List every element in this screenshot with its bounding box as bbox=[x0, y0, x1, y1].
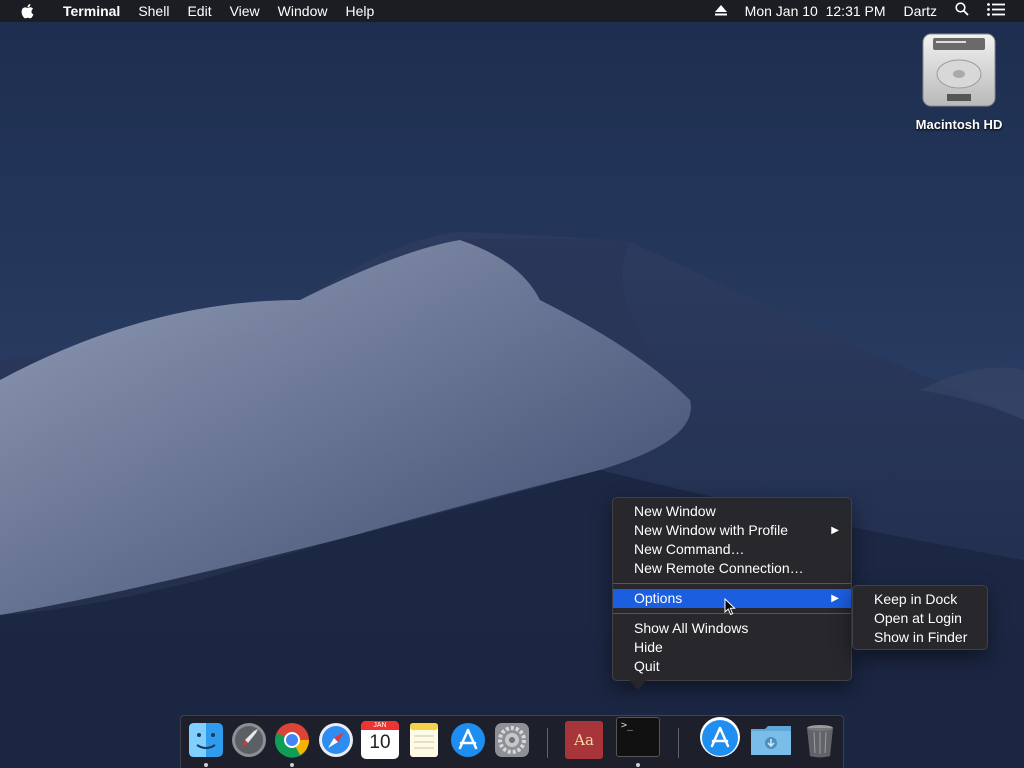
mouse-cursor-icon bbox=[724, 598, 736, 616]
menu-item-hide[interactable]: Hide bbox=[613, 638, 851, 657]
terminal-dock-context-menu: New Window New Window with Profile ▶ New … bbox=[612, 497, 852, 681]
system-preferences-icon[interactable] bbox=[493, 721, 531, 759]
chrome-running-indicator bbox=[290, 763, 294, 767]
downloads-folder-icon[interactable] bbox=[749, 721, 793, 759]
menu-item-show-all-windows[interactable]: Show All Windows bbox=[613, 619, 851, 638]
options-submenu: Keep in Dock Open at Login Show in Finde… bbox=[852, 585, 988, 650]
eject-icon[interactable] bbox=[706, 0, 736, 22]
submenu-arrow-icon: ▶ bbox=[831, 525, 839, 536]
menu-bar: Terminal Shell Edit View Window Help Mon… bbox=[0, 0, 1024, 22]
terminal-icon[interactable]: >_ bbox=[616, 717, 660, 757]
submenu-item-open-at-login[interactable]: Open at Login bbox=[853, 609, 987, 628]
menu-item-new-command[interactable]: New Command… bbox=[613, 540, 851, 559]
dock-separator bbox=[678, 728, 679, 758]
menu-window[interactable]: Window bbox=[269, 0, 337, 22]
submenu-item-show-in-finder[interactable]: Show in Finder bbox=[853, 628, 987, 647]
submenu-arrow-icon: ▶ bbox=[831, 593, 839, 604]
apple-menu-icon[interactable] bbox=[0, 3, 54, 19]
menu-help[interactable]: Help bbox=[336, 0, 383, 22]
dictionary-glyph: Aa bbox=[574, 731, 594, 749]
menu-item-new-window-with-profile[interactable]: New Window with Profile ▶ bbox=[613, 521, 851, 540]
app-store-icon[interactable] bbox=[449, 721, 487, 759]
menu-item-new-remote-connection[interactable]: New Remote Connection… bbox=[613, 559, 851, 578]
context-menu-pointer bbox=[629, 680, 647, 690]
menu-shell[interactable]: Shell bbox=[129, 0, 178, 22]
safari-icon[interactable] bbox=[317, 721, 355, 759]
calendar-month: JAN bbox=[361, 721, 399, 730]
finder-icon[interactable] bbox=[187, 721, 225, 759]
calendar-day: 10 bbox=[369, 732, 391, 753]
dock-separator bbox=[547, 728, 548, 758]
menu-app-name[interactable]: Terminal bbox=[54, 0, 129, 22]
terminal-running-indicator bbox=[636, 763, 640, 767]
app-store-download-icon[interactable] bbox=[699, 716, 741, 758]
menu-item-quit[interactable]: Quit bbox=[613, 657, 851, 676]
finder-running-indicator bbox=[204, 763, 208, 767]
menu-view[interactable]: View bbox=[221, 0, 269, 22]
chrome-icon[interactable] bbox=[273, 721, 311, 759]
submenu-item-keep-in-dock[interactable]: Keep in Dock bbox=[853, 590, 987, 609]
terminal-prompt: >_ bbox=[621, 720, 634, 731]
menu-separator bbox=[613, 583, 851, 584]
notes-icon[interactable] bbox=[405, 721, 443, 759]
desktop-wallpaper bbox=[0, 232, 1024, 768]
menu-item-new-window[interactable]: New Window bbox=[613, 502, 851, 521]
menubar-user[interactable]: Dartz bbox=[895, 0, 946, 22]
menubar-clock[interactable]: Mon Jan 10 12:31 PM bbox=[736, 0, 895, 22]
launchpad-icon[interactable] bbox=[230, 721, 268, 759]
calendar-icon[interactable]: JAN 10 bbox=[361, 721, 399, 759]
macintosh-hd-label: Macintosh HD bbox=[915, 117, 1003, 132]
trash-icon[interactable] bbox=[801, 721, 839, 759]
notification-center-icon[interactable] bbox=[978, 0, 1014, 22]
spotlight-search-icon[interactable] bbox=[946, 0, 978, 22]
menu-edit[interactable]: Edit bbox=[178, 0, 220, 22]
dock: JAN 10 Aa >_ bbox=[180, 715, 844, 768]
hard-drive-icon bbox=[922, 33, 996, 107]
macintosh-hd-desktop-icon[interactable]: Macintosh HD bbox=[905, 30, 1013, 132]
dictionary-icon[interactable]: Aa bbox=[565, 721, 603, 759]
